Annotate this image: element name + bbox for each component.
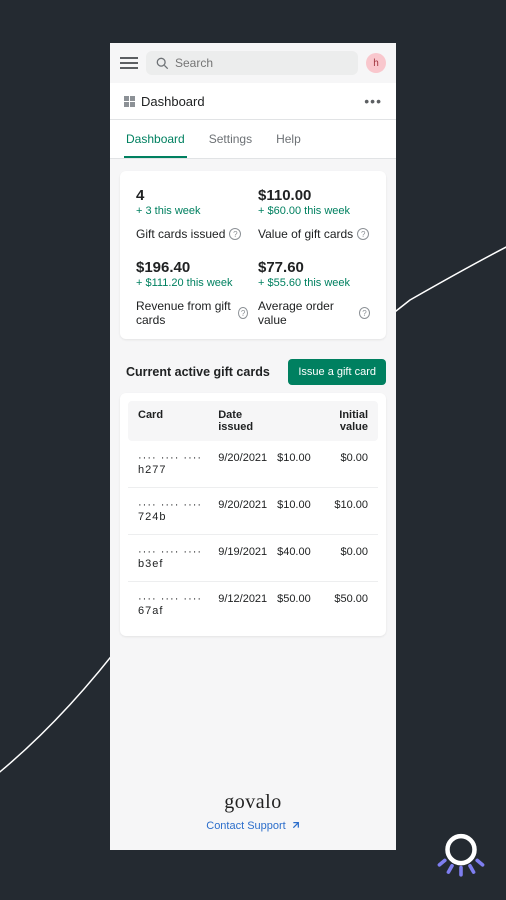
stat-delta: + $111.20 this week — [136, 277, 248, 289]
help-icon[interactable]: ? — [359, 307, 370, 319]
table-row[interactable]: ···· ···· ···· 724b 9/20/2021 $10.00 $10… — [128, 488, 378, 535]
external-link-icon — [290, 821, 300, 831]
stat-label: Revenue from gift cards? — [136, 299, 248, 327]
page-title: Dashboard — [141, 94, 364, 109]
app-icon — [124, 96, 135, 107]
th-initial: Initial value — [320, 409, 368, 433]
th-date: Date issued — [218, 409, 277, 433]
section-title: Current active gift cards — [126, 365, 270, 379]
stat-label: Value of gift cards? — [258, 227, 370, 241]
help-icon[interactable]: ? — [229, 228, 241, 240]
help-icon[interactable]: ? — [238, 307, 248, 319]
table-row[interactable]: ···· ···· ···· b3ef 9/19/2021 $40.00 $0.… — [128, 535, 378, 582]
tab-settings[interactable]: Settings — [207, 120, 254, 158]
table-row[interactable]: ···· ···· ···· h277 9/20/2021 $10.00 $0.… — [128, 441, 378, 488]
stat-value: $110.00 — [258, 187, 370, 204]
menu-icon[interactable] — [120, 54, 138, 72]
issue-gift-card-button[interactable]: Issue a gift card — [288, 359, 386, 385]
stat-delta: + 3 this week — [136, 205, 248, 217]
stat-delta: + $55.60 this week — [258, 277, 370, 289]
tab-dashboard[interactable]: Dashboard — [124, 120, 187, 158]
search-icon — [156, 57, 169, 70]
gift-cards-table: Card Date issued Initial value ···· ····… — [120, 393, 386, 636]
stat-delta: + $60.00 this week — [258, 205, 370, 217]
brand-logo: govalo — [110, 791, 396, 814]
tab-help[interactable]: Help — [274, 120, 303, 158]
chat-widget[interactable] — [434, 828, 488, 882]
stats-card: 4 + 3 this week Gift cards issued? $110.… — [120, 171, 386, 339]
avatar[interactable]: h — [366, 53, 386, 73]
stat-label: Gift cards issued? — [136, 227, 248, 241]
search-input[interactable] — [146, 51, 358, 75]
stat-value: $77.60 — [258, 259, 370, 276]
tabs: Dashboard Settings Help — [110, 120, 396, 159]
help-icon[interactable]: ? — [357, 228, 369, 240]
more-icon[interactable]: ••• — [364, 93, 382, 109]
contact-support-link[interactable]: Contact Support — [206, 820, 300, 832]
th-card: Card — [138, 409, 218, 433]
table-row[interactable]: ···· ···· ···· 67af 9/12/2021 $50.00 $50… — [128, 582, 378, 628]
stat-value: $196.40 — [136, 259, 248, 276]
stat-label: Average order value? — [258, 299, 370, 327]
stat-value: 4 — [136, 187, 248, 204]
